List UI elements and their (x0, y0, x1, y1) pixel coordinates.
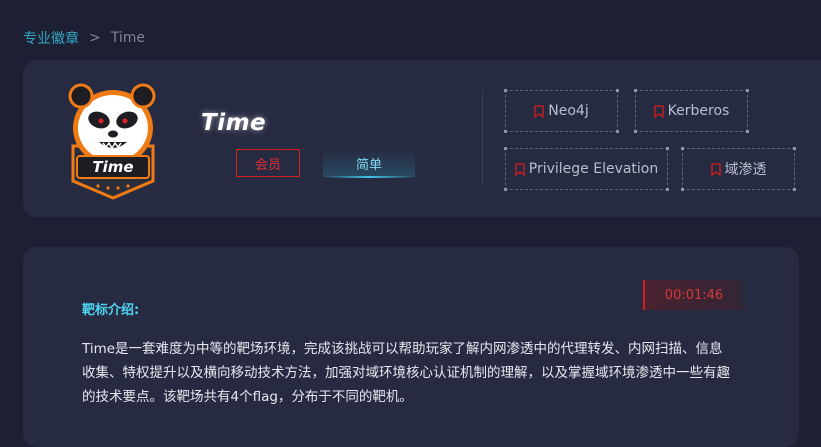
tag-label: Neo4j (548, 103, 589, 119)
breadcrumb-current: Time (110, 30, 145, 46)
tag-kerberos[interactable]: Kerberos (634, 89, 749, 133)
tag-label: Kerberos (667, 103, 730, 119)
tag-neo4j[interactable]: Neo4j (504, 89, 619, 133)
bookmark-icon (710, 162, 721, 176)
bookmark-icon (515, 162, 525, 176)
breadcrumb: 专业徽章 > Time (23, 28, 145, 48)
tag-privilege-elevation[interactable]: Privilege Elevation (504, 147, 669, 191)
lab-logo: Time (63, 76, 163, 200)
lab-title: Time (201, 110, 267, 136)
logo-text: Time (92, 158, 133, 176)
timer: 00:01:46 (643, 280, 743, 310)
bookmark-icon (534, 104, 544, 118)
lab-intro-card: 靶标介绍: 00:01:46 Time是一套难度为中等的靶场环境，完成该挑战可以… (23, 247, 799, 447)
lab-header-card: Time Time 会员 简单 Neo4j Kerberos Privilege… (23, 60, 821, 217)
panda-logo-icon: Time (68, 83, 156, 200)
bookmark-icon (654, 104, 664, 118)
tag-label: Privilege Elevation (528, 161, 659, 177)
tag-domain-penetration[interactable]: 域渗透 (681, 147, 796, 191)
tag-label: 域渗透 (724, 162, 767, 178)
breadcrumb-parent-link[interactable]: 专业徽章 (23, 28, 79, 48)
breadcrumb-separator: > (89, 30, 101, 46)
difficulty-badge: 简单 (323, 149, 415, 178)
intro-heading: 靶标介绍: (82, 303, 140, 318)
intro-description: Time是一套难度为中等的靶场环境，完成该挑战可以帮助玩家了解内网渗透中的代理转… (82, 341, 730, 405)
member-badge: 会员 (236, 149, 300, 177)
header-divider (482, 90, 483, 185)
